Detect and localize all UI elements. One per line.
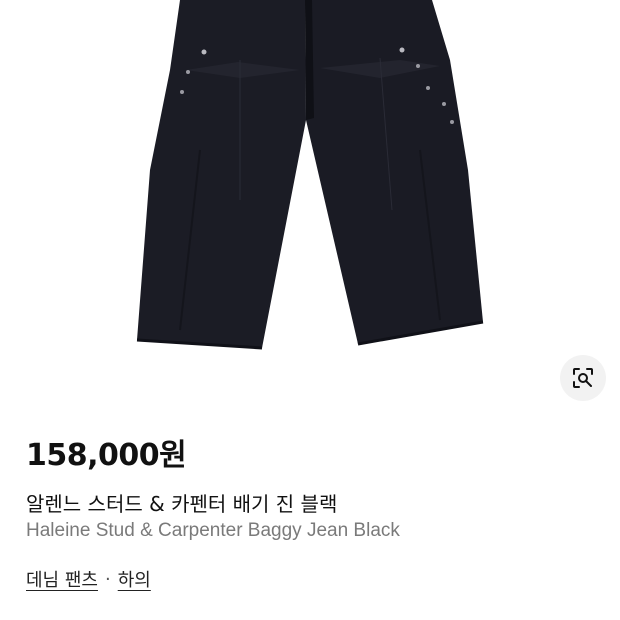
breadcrumb: 데님 팬츠 · 하의 xyxy=(26,566,151,592)
breadcrumb-separator: · xyxy=(104,568,111,590)
image-search-button[interactable] xyxy=(560,355,606,401)
product-page: 158,000원 알렌느 스터드 & 카펜터 배기 진 블랙 Haleine S… xyxy=(0,0,620,620)
image-search-lens-icon xyxy=(573,368,593,388)
product-price: 158,000원 xyxy=(26,438,187,473)
breadcrumb-parent-link[interactable]: 하의 xyxy=(118,566,151,592)
product-image[interactable] xyxy=(0,0,620,410)
product-name-english: Haleine Stud & Carpenter Baggy Jean Blac… xyxy=(26,520,400,541)
product-name-korean: 알렌느 스터드 & 카펜터 배기 진 블랙 xyxy=(26,492,338,516)
breadcrumb-category-link[interactable]: 데님 팬츠 xyxy=(26,566,98,592)
